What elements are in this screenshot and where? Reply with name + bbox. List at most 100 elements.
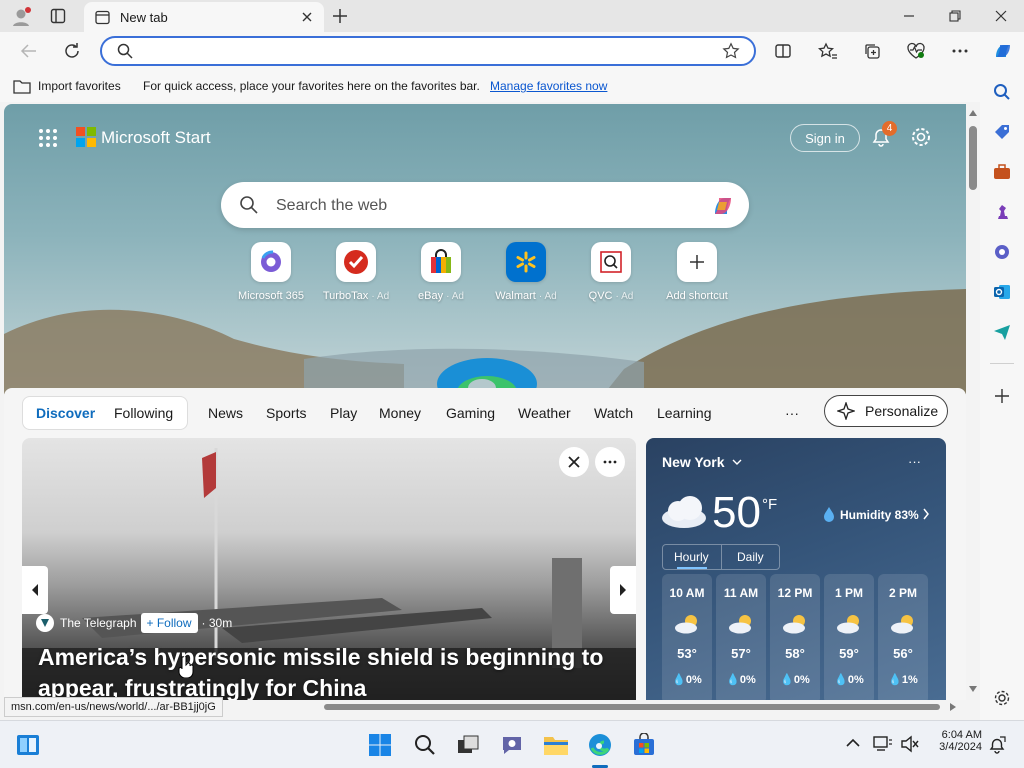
temperature-unit[interactable]: °F: [762, 496, 777, 513]
browser-essentials-icon[interactable]: [901, 36, 931, 66]
hero-story-card[interactable]: The Telegraph + Follow · 30m America’s h…: [22, 438, 636, 700]
back-icon[interactable]: [14, 36, 44, 66]
vertical-scrollbar[interactable]: [966, 104, 980, 700]
close-tab-icon[interactable]: [300, 10, 314, 24]
scroll-thumb[interactable]: [969, 126, 977, 190]
forecast-precip: 0%: [685, 674, 702, 686]
tab-gaming[interactable]: Gaming: [446, 405, 495, 421]
story-source[interactable]: The Telegraph: [60, 616, 137, 630]
drop-send-icon[interactable]: [988, 318, 1016, 346]
weather-city[interactable]: New York: [662, 454, 725, 470]
web-search-box[interactable]: Search the web: [221, 182, 749, 228]
personalize-button[interactable]: Personalize: [824, 395, 948, 427]
feed-nav: Discover Following News Sports Play Mone…: [22, 395, 952, 430]
start-menu-icon[interactable]: [366, 731, 394, 759]
outlook-icon[interactable]: [988, 278, 1016, 306]
chevron-right-icon[interactable]: [922, 508, 930, 520]
sidebar-settings-icon[interactable]: [988, 684, 1016, 712]
address-input[interactable]: [140, 42, 710, 60]
chevron-down-icon[interactable]: [732, 458, 742, 466]
humidity-value: Humidity 83%: [840, 508, 919, 522]
scroll-up-arrow-icon[interactable]: [969, 110, 977, 116]
tab-following[interactable]: Following: [114, 405, 173, 421]
microsoft-365-icon[interactable]: [988, 238, 1016, 266]
tab-money[interactable]: Money: [379, 405, 421, 421]
import-favorites-button[interactable]: Import favorites: [38, 79, 121, 93]
tab-sports[interactable]: Sports: [266, 405, 306, 421]
add-sidebar-app-icon[interactable]: [988, 382, 1016, 410]
restore-button[interactable]: [932, 0, 978, 32]
tab-actions-icon[interactable]: [50, 8, 66, 24]
h-scroll-thumb[interactable]: [324, 704, 940, 710]
tab-hourly[interactable]: Hourly: [674, 550, 709, 564]
copilot-search-icon[interactable]: [709, 192, 737, 220]
scroll-right-arrow-icon[interactable]: [950, 703, 956, 711]
hand-cursor-icon: [178, 656, 194, 678]
shortcut-microsoft-365[interactable]: Microsoft 365: [228, 242, 314, 302]
settings-more-icon[interactable]: [945, 36, 975, 66]
sign-in-button[interactable]: Sign in: [790, 124, 860, 152]
new-tab-button[interactable]: [331, 7, 349, 25]
address-bar[interactable]: [100, 36, 756, 66]
split-screen-icon[interactable]: [768, 36, 798, 66]
copilot-icon[interactable]: [988, 36, 1018, 66]
hourly-forecast-item[interactable]: 10 AM 53° 💧0%: [662, 574, 712, 700]
weather-card[interactable]: New York ··· 50 °F Humidity 83% Hourly D…: [646, 438, 946, 700]
more-tabs-button[interactable]: ···: [785, 405, 799, 421]
hourly-forecast-item[interactable]: 2 PM 56° 💧1%: [878, 574, 928, 700]
ebay-tile-icon: [421, 242, 461, 282]
sidebar-search-icon[interactable]: [988, 78, 1016, 106]
tab-new-tab[interactable]: New tab: [84, 2, 324, 32]
refresh-icon[interactable]: [57, 36, 87, 66]
edge-taskbar-icon[interactable]: [586, 731, 614, 759]
network-icon[interactable]: [873, 735, 893, 753]
tab-discover[interactable]: Discover: [36, 405, 95, 421]
close-window-button[interactable]: [978, 0, 1024, 32]
task-view-icon[interactable]: [454, 731, 482, 759]
volume-muted-icon[interactable]: [900, 735, 920, 753]
microsoft-store-icon[interactable]: [630, 731, 658, 759]
tab-weather[interactable]: Weather: [518, 405, 571, 421]
tools-briefcase-icon[interactable]: [988, 158, 1016, 186]
carousel-prev-button[interactable]: [22, 566, 48, 614]
follow-button[interactable]: + Follow: [140, 613, 198, 633]
tab-news[interactable]: News: [208, 405, 243, 421]
story-headline[interactable]: America’s hypersonic missile shield is b…: [38, 642, 618, 700]
shortcut-turbotax[interactable]: TurboTax · Ad: [313, 242, 399, 302]
tab-play[interactable]: Play: [330, 405, 357, 421]
weather-more-button[interactable]: ···: [908, 454, 921, 469]
shopping-tag-icon[interactable]: [988, 118, 1016, 146]
hourly-forecast-item[interactable]: 1 PM 59° 💧0%: [824, 574, 874, 700]
tab-learning[interactable]: Learning: [657, 405, 712, 421]
games-chess-icon[interactable]: [988, 198, 1016, 226]
tray-chevron-up-icon[interactable]: [846, 738, 860, 748]
page-settings-gear-icon[interactable]: [910, 126, 932, 148]
favorites-icon[interactable]: [813, 36, 843, 66]
minimize-button[interactable]: [886, 0, 932, 32]
story-more-options-button[interactable]: [595, 447, 625, 477]
forecast-temp: 57°: [731, 646, 751, 661]
profile-icon[interactable]: [10, 6, 32, 28]
teams-chat-icon[interactable]: [498, 731, 526, 759]
system-clock[interactable]: 6:04 AM 3/4/2024: [930, 729, 982, 753]
shortcut-walmart[interactable]: Walmart · Ad: [483, 242, 569, 302]
app-launcher-icon[interactable]: [38, 128, 58, 148]
favorite-star-icon[interactable]: [722, 42, 740, 60]
carousel-next-button[interactable]: [610, 566, 636, 614]
hourly-forecast-item[interactable]: 12 PM 58° 💧0%: [770, 574, 820, 700]
manage-favorites-link[interactable]: Manage favorites now: [490, 79, 607, 93]
shortcut-ebay[interactable]: eBay · Ad: [398, 242, 484, 302]
scroll-down-arrow-icon[interactable]: [969, 686, 977, 692]
widgets-icon[interactable]: [14, 731, 42, 759]
tab-watch[interactable]: Watch: [594, 405, 633, 421]
forecast-time: 10 AM: [669, 586, 705, 600]
taskbar-search-icon[interactable]: [411, 731, 439, 759]
tab-daily[interactable]: Daily: [737, 550, 764, 564]
notification-center-icon[interactable]: [988, 736, 1006, 754]
shortcut-qvc[interactable]: QVC · Ad: [568, 242, 654, 302]
shortcut-add[interactable]: Add shortcut: [654, 242, 740, 302]
collections-icon[interactable]: [857, 36, 887, 66]
dismiss-story-button[interactable]: [559, 447, 589, 477]
hourly-forecast-item[interactable]: 11 AM 57° 💧0%: [716, 574, 766, 700]
file-explorer-icon[interactable]: [542, 731, 570, 759]
